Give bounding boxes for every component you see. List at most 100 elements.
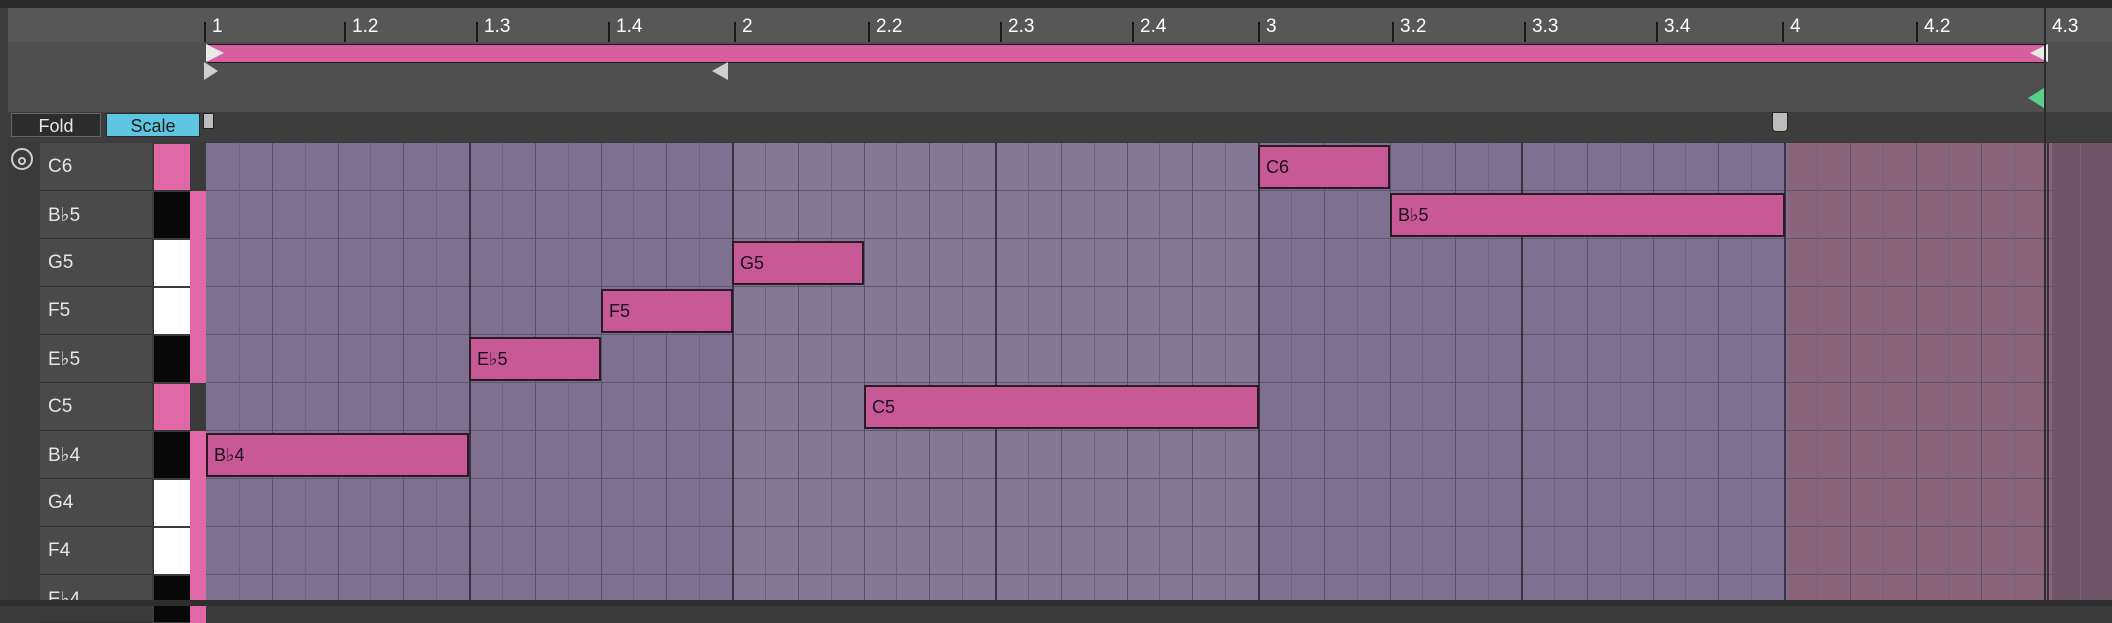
key-row[interactable]: G5 — [40, 239, 152, 287]
grid-line — [1948, 143, 1949, 606]
left-gutter — [0, 8, 8, 606]
loop-area-header-spacer — [8, 42, 204, 114]
piano-key[interactable] — [154, 336, 190, 382]
piano-key[interactable] — [154, 144, 190, 190]
note-label: E♭5 — [477, 349, 508, 369]
piano-roll: C6 B♭5 G5 F5 E♭5 C5 B♭4 G4 F4 E♭4 B♭4 E♭5… — [40, 143, 2112, 623]
key-label: F4 — [48, 540, 71, 561]
piano-key[interactable] — [154, 432, 190, 478]
fold-button[interactable]: Fold — [11, 113, 101, 137]
key-row[interactable]: E♭5 — [40, 335, 152, 383]
grid-line — [831, 143, 832, 606]
key-row[interactable]: C5 — [40, 383, 152, 431]
loop-start-icon[interactable] — [206, 44, 224, 62]
scale-highlight-strip — [190, 527, 206, 575]
grid-line — [1127, 143, 1128, 606]
grid-line — [1981, 143, 1982, 606]
grid-line — [1324, 143, 1325, 606]
headphones-icon[interactable] — [11, 148, 33, 170]
key-row[interactable]: C6 — [40, 143, 152, 191]
grid-line — [929, 143, 930, 606]
piano-key[interactable] — [154, 528, 190, 574]
midi-note[interactable]: B♭5 — [1390, 193, 1785, 237]
ruler-header-spacer — [8, 8, 204, 42]
grid-line — [798, 143, 799, 606]
midi-note[interactable]: C6 — [1258, 145, 1390, 189]
key-label: G4 — [48, 492, 74, 513]
grid-line — [2014, 143, 2015, 606]
top-strip — [0, 0, 2112, 8]
grid-line — [1258, 143, 1260, 606]
scale-highlight-strip — [190, 431, 206, 479]
key-row[interactable]: G4 — [40, 479, 152, 527]
key-label: F5 — [48, 300, 71, 321]
grid-line — [2047, 143, 2049, 606]
midi-note[interactable]: G5 — [732, 241, 864, 285]
midi-note[interactable]: C5 — [864, 385, 1259, 429]
clip-marker-row — [204, 62, 2046, 114]
piano-key[interactable] — [154, 576, 190, 622]
grid-line — [864, 143, 865, 606]
bottom-edge — [0, 600, 2112, 606]
grid-line — [1850, 143, 1851, 606]
key-label: G5 — [48, 252, 74, 273]
scale-highlight-strip — [190, 191, 206, 239]
piano-key[interactable] — [154, 384, 190, 430]
grid-line — [338, 143, 339, 606]
grid-line — [962, 143, 963, 606]
midi-note[interactable]: F5 — [601, 289, 733, 333]
clip-end-marker-icon[interactable] — [2028, 88, 2044, 108]
grid-line — [1916, 143, 1917, 606]
region-start-marker-icon[interactable] — [203, 113, 214, 129]
time-ruler[interactable]: 1 1.2 1.3 1.4 2 2.2 2.3 2.4 3 3.2 3.3 3.… — [8, 8, 2112, 42]
grid-line — [1357, 143, 1358, 606]
grid-line — [436, 143, 437, 606]
note-label: C5 — [872, 397, 896, 417]
editor-control-bar — [8, 112, 2112, 142]
grid-line — [1817, 143, 1818, 606]
grid-line — [896, 143, 897, 606]
note-label: C6 — [1266, 157, 1290, 177]
key-label: E♭5 — [48, 349, 81, 370]
key-row[interactable]: B♭5 — [40, 191, 152, 239]
grid-line — [1028, 143, 1029, 606]
note-grid[interactable]: B♭4 E♭5 F5 G5 C5 C6 B♭5 — [206, 143, 2112, 606]
key-label: C6 — [48, 156, 73, 177]
position-marker-icon[interactable] — [712, 62, 728, 80]
end-marker-icon[interactable] — [1772, 112, 1788, 132]
grid-line — [1061, 143, 1062, 606]
grid-line — [732, 143, 734, 606]
start-marker-icon[interactable] — [204, 62, 218, 80]
grid-line — [699, 143, 700, 606]
grid-line — [305, 143, 306, 606]
loop-brace[interactable] — [206, 44, 2048, 63]
note-label: F5 — [609, 301, 631, 321]
note-label: G5 — [740, 253, 765, 273]
midi-note[interactable]: E♭5 — [469, 337, 601, 381]
grid-line — [403, 143, 404, 606]
scale-highlight-strip — [190, 479, 206, 527]
grid-line — [995, 143, 997, 606]
scale-highlight-strip — [190, 335, 206, 383]
grid-line — [1094, 143, 1095, 606]
piano-key[interactable] — [154, 288, 190, 334]
grid-line — [601, 143, 602, 606]
key-row[interactable]: B♭4 — [40, 431, 152, 479]
note-label: B♭5 — [1398, 205, 1429, 225]
grid-line — [666, 143, 667, 606]
key-label: B♭5 — [48, 205, 81, 226]
grid-line — [1159, 143, 1160, 606]
piano-key[interactable] — [154, 240, 190, 286]
grid-line — [1291, 143, 1292, 606]
key-row[interactable]: E♭4 — [40, 575, 152, 623]
piano-key[interactable] — [154, 192, 190, 238]
note-name-column: C6 B♭5 G5 F5 E♭5 C5 B♭4 G4 F4 E♭4 — [40, 143, 152, 623]
piano-key[interactable] — [154, 480, 190, 526]
key-row[interactable]: F4 — [40, 527, 152, 575]
scale-button[interactable]: Scale — [106, 113, 200, 137]
grid-line — [239, 143, 240, 606]
scale-highlight-strip — [190, 239, 206, 287]
midi-note[interactable]: B♭4 — [206, 433, 469, 477]
key-row[interactable]: F5 — [40, 287, 152, 335]
key-label: C5 — [48, 396, 73, 417]
